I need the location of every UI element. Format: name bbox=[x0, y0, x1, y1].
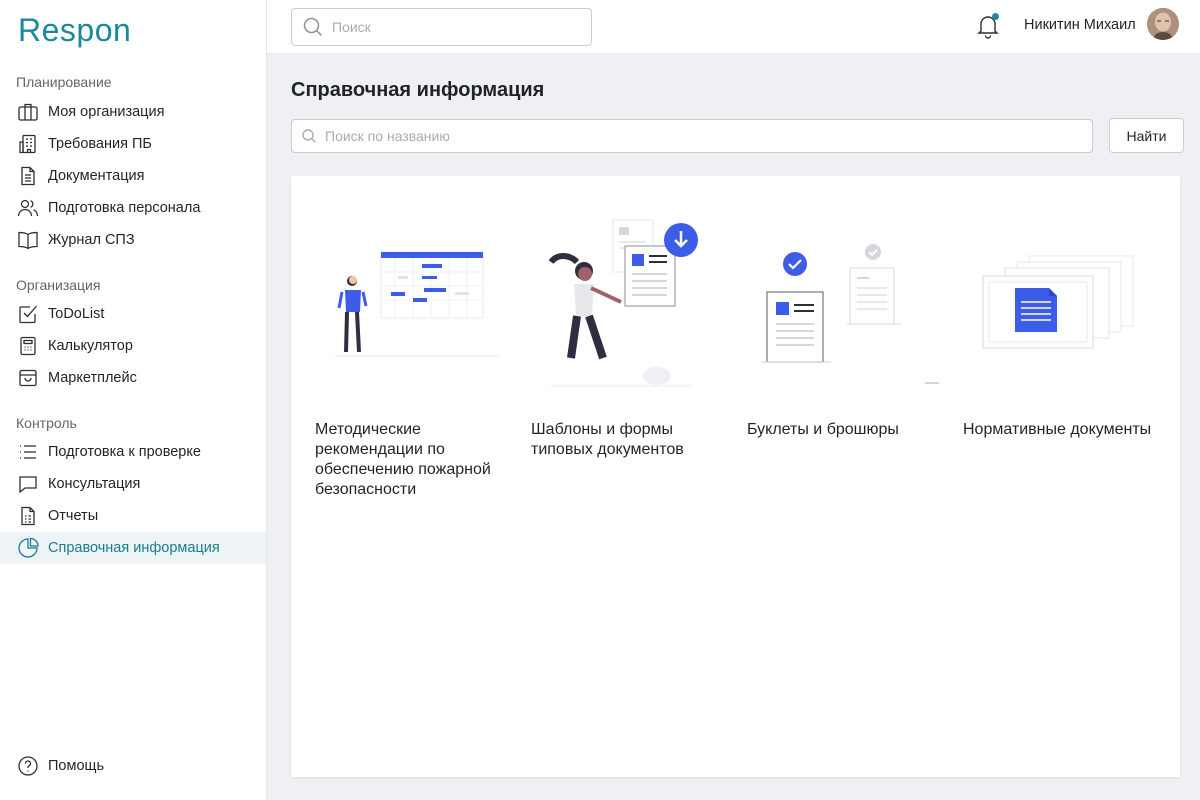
briefcase-icon bbox=[17, 101, 39, 123]
sidebar-item-marketplace[interactable]: Маркетплейс bbox=[0, 362, 266, 394]
sidebar-item-label: Журнал СПЗ bbox=[48, 232, 135, 248]
card-methodical-recommendations[interactable]: Методические рекомендации по обеспечению… bbox=[315, 206, 515, 500]
bell-icon bbox=[975, 16, 1001, 44]
sidebar-item-calculator[interactable]: Калькулятор bbox=[0, 330, 266, 362]
sidebar-item-label: Отчеты bbox=[48, 508, 99, 524]
sidebar-item-label: Документация bbox=[48, 168, 145, 184]
card-templates-forms[interactable]: Шаблоны и формы типовых документов bbox=[531, 206, 731, 460]
card-title: Методические рекомендации по обеспечению… bbox=[315, 421, 491, 498]
card-title: Шаблоны и формы типовых документов bbox=[531, 421, 684, 458]
sidebar-item-reference-info[interactable]: Справочная информация bbox=[0, 532, 266, 564]
sidebar-item-label: Моя организация bbox=[48, 104, 165, 120]
sidebar-item-consultation[interactable]: Консультация bbox=[0, 468, 266, 500]
sidebar-item-label: Маркетплейс bbox=[48, 370, 137, 386]
report-icon bbox=[17, 505, 39, 527]
sidebar-item-help[interactable]: Помощь bbox=[0, 750, 266, 782]
sidebar-item-label: ToDoList bbox=[48, 306, 105, 322]
pie-chart-icon bbox=[17, 537, 39, 559]
sidebar-item-label: Помощь bbox=[48, 758, 105, 774]
card-title: Нормативные документы bbox=[963, 421, 1152, 438]
sidebar-item-todolist[interactable]: ToDoList bbox=[0, 298, 266, 330]
search-icon bbox=[302, 16, 324, 38]
logo[interactable]: Respon bbox=[18, 12, 131, 49]
sidebar-item-reports[interactable]: Отчеты bbox=[0, 500, 266, 532]
question-icon bbox=[17, 755, 39, 777]
logo-text: Respon bbox=[18, 12, 132, 48]
sidebar-item-my-organization[interactable]: Моя организация bbox=[0, 96, 266, 128]
top-header: Никитин Михаил bbox=[267, 0, 1200, 54]
sidebar-item-documentation[interactable]: Документация bbox=[0, 160, 266, 192]
document-icon bbox=[17, 165, 39, 187]
sidebar-item-label: Подготовка персонала bbox=[48, 200, 201, 216]
global-search[interactable] bbox=[291, 8, 592, 46]
global-search-input[interactable] bbox=[332, 19, 591, 35]
name-search[interactable] bbox=[291, 119, 1093, 153]
page-title: Справочная информация bbox=[291, 79, 545, 101]
bag-icon bbox=[17, 367, 39, 389]
notifications-button[interactable] bbox=[975, 12, 1001, 40]
checkbox-icon bbox=[17, 303, 39, 325]
sidebar-item-label: Требования ПБ bbox=[48, 136, 152, 152]
regulatory-docs-illustration bbox=[982, 255, 1134, 349]
building-icon bbox=[17, 133, 39, 155]
sidebar-item-label: Калькулятор bbox=[48, 338, 133, 354]
group-title-organization: Организация bbox=[16, 277, 101, 293]
group-title-control: Контроль bbox=[16, 415, 77, 431]
user-name[interactable]: Никитин Михаил bbox=[1024, 17, 1136, 33]
chat-icon bbox=[17, 473, 39, 495]
list-icon bbox=[17, 441, 39, 463]
search-icon bbox=[301, 128, 317, 144]
sidebar: Respon Планирование Моя организация Треб… bbox=[0, 0, 267, 800]
name-search-input[interactable] bbox=[325, 128, 1092, 144]
card-regulatory-documents[interactable]: Нормативные документы bbox=[963, 206, 1163, 440]
find-button[interactable]: Найти bbox=[1109, 118, 1184, 153]
sidebar-item-staff-training[interactable]: Подготовка персонала bbox=[0, 192, 266, 224]
sidebar-item-label: Подготовка к проверке bbox=[48, 444, 201, 460]
sidebar-item-fire-requirements[interactable]: Требования ПБ bbox=[0, 128, 266, 160]
book-icon bbox=[17, 229, 39, 251]
group-title-planning: Планирование bbox=[16, 74, 112, 90]
card-title: Буклеты и брошюры bbox=[747, 421, 899, 438]
card-booklets-brochures[interactable]: Буклеты и брошюры bbox=[747, 206, 947, 440]
sidebar-item-spz-journal[interactable]: Журнал СПЗ bbox=[0, 224, 266, 256]
avatar[interactable] bbox=[1147, 8, 1179, 40]
notification-badge bbox=[992, 13, 999, 20]
reference-panel: Методические рекомендации по обеспечению… bbox=[291, 176, 1180, 777]
presentation-illustration bbox=[335, 251, 500, 357]
sidebar-item-label: Консультация bbox=[48, 476, 141, 492]
booklet-illustration bbox=[761, 244, 939, 384]
sidebar-item-inspection-prep[interactable]: Подготовка к проверке bbox=[0, 436, 266, 468]
users-icon bbox=[17, 197, 39, 219]
calculator-icon bbox=[17, 335, 39, 357]
woman-document-illustration bbox=[548, 219, 698, 387]
sidebar-item-label: Справочная информация bbox=[48, 540, 220, 556]
